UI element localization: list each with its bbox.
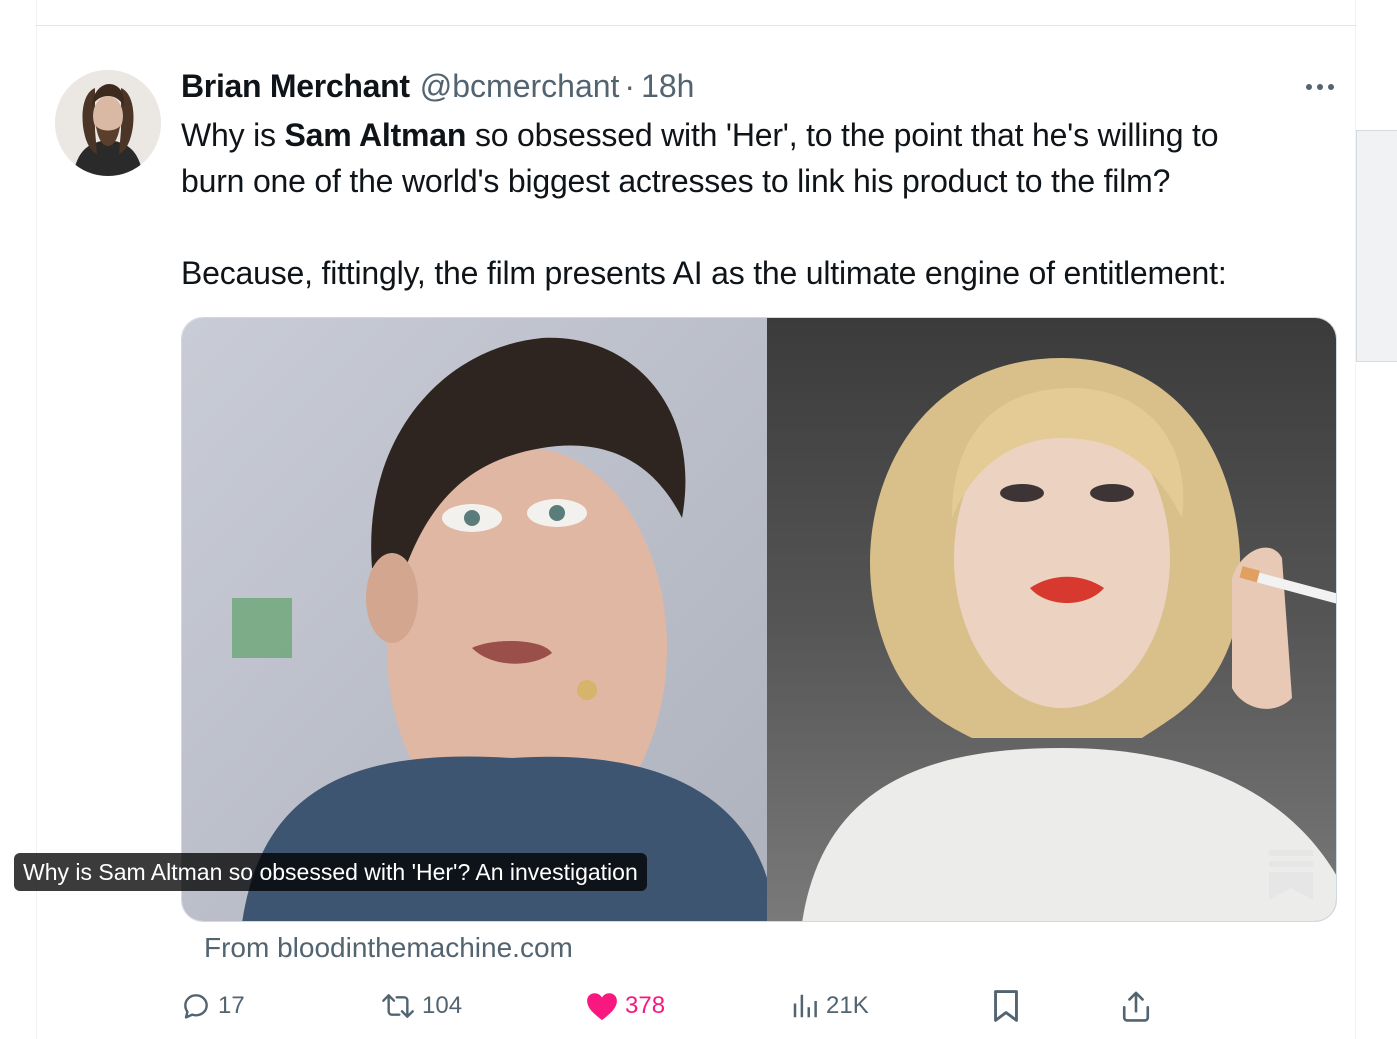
reply-button[interactable]: 17: [180, 984, 245, 1028]
tweet-text-fragment: Why is: [181, 117, 285, 153]
like-button[interactable]: 378: [585, 984, 665, 1028]
author-name[interactable]: Brian Merchant: [181, 68, 410, 105]
card-title[interactable]: Why is Sam Altman so obsessed with 'Her'…: [14, 853, 647, 891]
author-avatar[interactable]: [55, 70, 161, 176]
repost-count: 104: [422, 992, 463, 1019]
card-source-domain[interactable]: From bloodinthemachine.com: [204, 932, 573, 964]
tweet-text: Why is Sam Altman so obsessed with 'Her'…: [181, 112, 1341, 296]
reply-count: 17: [218, 992, 245, 1019]
tweet-text-line: Because, fittingly, the film presents AI…: [181, 255, 1227, 291]
views-button[interactable]: 21K: [790, 984, 869, 1028]
tweet-header: Brian Merchant @bcmerchant · 18h: [181, 66, 694, 106]
substack-logo-icon: [1269, 850, 1313, 900]
like-count: 378: [625, 992, 666, 1019]
tweet-text-fragment: so obsessed with 'Her', to the point tha…: [466, 117, 1219, 153]
repost-icon: [382, 994, 414, 1018]
card-image: [182, 318, 1336, 921]
repost-button[interactable]: 104: [380, 984, 462, 1028]
tweet-text-line: burn one of the world's biggest actresse…: [181, 163, 1171, 199]
author-handle[interactable]: @bcmerchant: [420, 68, 620, 105]
share-button[interactable]: [1120, 984, 1152, 1028]
views-bar-chart-icon: [793, 994, 817, 1018]
bookmark-button[interactable]: [991, 984, 1021, 1028]
share-upload-icon: [1122, 991, 1150, 1022]
avatar-photo: [55, 70, 161, 176]
reply-bubble-icon: [184, 994, 208, 1019]
link-card[interactable]: [181, 317, 1337, 922]
tweet-timestamp[interactable]: 18h: [641, 68, 694, 105]
views-count: 21K: [826, 992, 869, 1019]
more-options-button[interactable]: [1301, 72, 1339, 102]
bold-name: Sam Altman: [284, 117, 467, 153]
bookmark-icon: [994, 990, 1018, 1022]
tweet-text-line: Why is Sam Altman so obsessed with 'Her'…: [181, 112, 1341, 158]
more-horizontal-icon: [1306, 84, 1334, 90]
tweet-divider: [36, 25, 1356, 26]
heart-icon: [587, 993, 617, 1021]
header-separator: ·: [624, 67, 636, 104]
tweet-actions: 17 104 378 21K: [180, 984, 1340, 1028]
scrollbar[interactable]: [1356, 130, 1397, 362]
